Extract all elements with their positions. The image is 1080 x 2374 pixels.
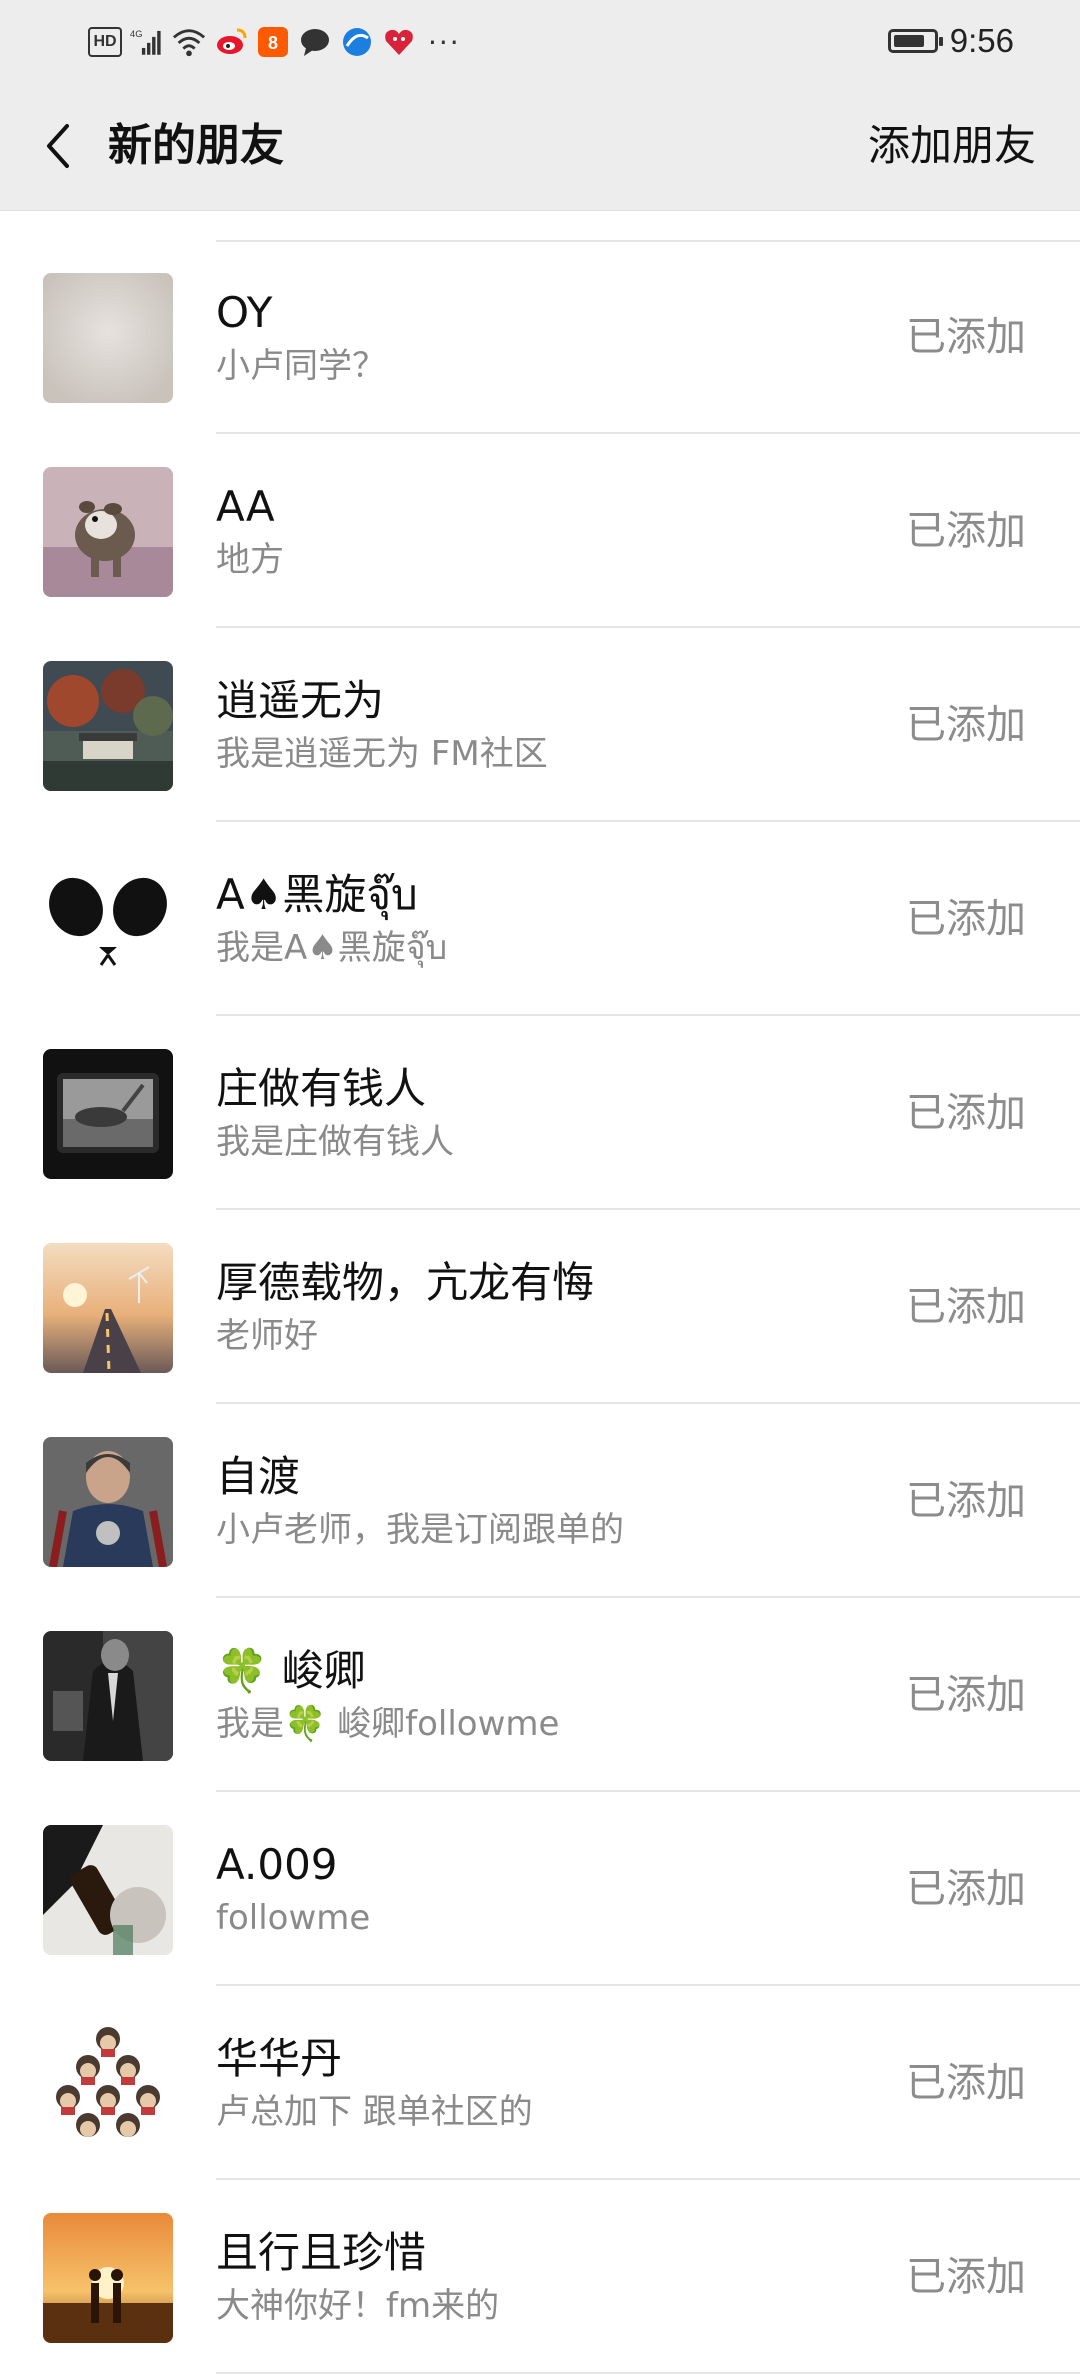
avatar[interactable] xyxy=(43,1243,173,1373)
browser-icon xyxy=(340,25,374,59)
request-message: 我是A♠黑旋จุ๊บ xyxy=(216,928,448,968)
friend-request-row[interactable]: 🍀 峻卿我是🍀 峻卿followme 已添加 xyxy=(0,1598,1080,1792)
request-message: 我是🍀 峻卿followme xyxy=(216,1704,560,1744)
avatar[interactable] xyxy=(43,1049,173,1179)
avatar[interactable] xyxy=(43,1437,173,1567)
friend-name: 庄做有钱人 xyxy=(216,1064,427,1113)
weibo-icon xyxy=(214,25,248,59)
chat-bubble-icon xyxy=(298,25,332,59)
battery-icon xyxy=(887,29,943,53)
added-status: 已添加 xyxy=(906,1284,1026,1330)
added-status: 已添加 xyxy=(906,1478,1026,1524)
wifi-icon xyxy=(172,25,206,59)
hd-icon: HD xyxy=(88,27,122,57)
friend-request-row[interactable]: AA 地方 已添加 xyxy=(0,434,1080,628)
friend-name: A♠黑旋จุ๊บ xyxy=(216,870,418,919)
request-message: 地方 xyxy=(216,540,284,580)
friend-name: 逍遥无为 xyxy=(216,676,385,725)
clock: 9:56 xyxy=(949,22,1014,59)
friend-name: 华华丹 xyxy=(216,2034,343,2083)
chevron-left-icon xyxy=(47,124,69,168)
friend-name: OY xyxy=(216,288,273,337)
friend-name: 🍀 峻卿 xyxy=(216,1646,366,1695)
added-status: 已添加 xyxy=(906,2060,1026,2106)
request-message: 大神你好！fm来的 xyxy=(216,2286,500,2326)
heart-app-icon xyxy=(382,25,416,59)
avatar[interactable] xyxy=(43,1631,173,1761)
friend-name: A.009 xyxy=(216,1840,338,1889)
page-title: 新的朋友 xyxy=(108,120,284,171)
avatar[interactable] xyxy=(43,2213,173,2343)
avatar[interactable] xyxy=(43,1825,173,1955)
friend-request-row[interactable]: 逍遥无为我是逍遥无为 FM社区 已添加 xyxy=(0,628,1080,822)
request-message: followme xyxy=(216,1898,371,1938)
added-status: 已添加 xyxy=(906,2254,1026,2300)
avatar[interactable] xyxy=(43,467,173,597)
more-notifications-indicator: ··· xyxy=(428,25,461,59)
svg-text:8: 8 xyxy=(268,33,278,53)
added-status: 已添加 xyxy=(906,1866,1026,1912)
request-message: 小卢老师，我是订阅跟单的 xyxy=(216,1510,624,1550)
friend-name: 且行且珍惜 xyxy=(216,2228,427,2277)
friend-name: 自渡 xyxy=(216,1452,301,1501)
friend-request-row[interactable]: 且行且珍惜大神你好！fm来的 已添加 xyxy=(0,2180,1080,2374)
request-message: 小卢同学？ xyxy=(216,346,386,386)
4g-signal-icon: 4G xyxy=(130,25,164,59)
friend-request-row[interactable]: 自渡小卢老师，我是订阅跟单的 已添加 xyxy=(0,1404,1080,1598)
status-icons: HD 4G 8 ··· xyxy=(88,20,461,64)
added-status: 已添加 xyxy=(906,314,1026,360)
status-bar: HD 4G 8 ··· 9:56 xyxy=(0,0,1080,82)
added-status: 已添加 xyxy=(906,702,1026,748)
friend-request-row[interactable]: OY 小卢同学？ 已添加 xyxy=(0,240,1080,434)
friend-name: 厚德载物，亢龙有悔 xyxy=(216,1258,595,1307)
friend-request-row[interactable]: 华华丹卢总加下 跟单社区的 已添加 xyxy=(0,1986,1080,2180)
friend-name: AA xyxy=(216,482,275,531)
add-friend-button[interactable]: 添加朋友 xyxy=(868,118,1036,174)
request-message: 卢总加下 跟单社区的 xyxy=(216,2092,533,2132)
friend-request-row[interactable]: A.009 followme 已添加 xyxy=(0,1792,1080,1986)
added-status: 已添加 xyxy=(906,1090,1026,1136)
added-status: 已添加 xyxy=(906,508,1026,554)
avatar[interactable] xyxy=(43,273,173,403)
added-status: 已添加 xyxy=(906,896,1026,942)
added-status: 已添加 xyxy=(906,1672,1026,1718)
avatar[interactable] xyxy=(43,2019,173,2149)
avatar[interactable] xyxy=(43,661,173,791)
avatar[interactable] xyxy=(43,855,173,985)
request-message: 我是庄做有钱人 xyxy=(216,1122,454,1162)
app-icon: 8 xyxy=(256,25,290,59)
new-friends-list: OY 小卢同学？ 已添加 AA 地方 已添加 逍遥无为 我是逍遥无为 FM社区 已添加 A♠黑旋จ… xyxy=(0,240,1080,2374)
friend-request-row[interactable]: 庄做有钱人我是庄做有钱人 已添加 xyxy=(0,1016,1080,1210)
navigation-bar: 新的朋友 添加朋友 xyxy=(0,82,1080,211)
friend-request-row[interactable]: 厚德载物，亢龙有悔老师好 已添加 xyxy=(0,1210,1080,1404)
request-message: 我是逍遥无为 FM社区 xyxy=(216,734,548,774)
request-message: 老师好 xyxy=(216,1316,318,1356)
svg-text:4G: 4G xyxy=(130,29,142,39)
friend-request-row[interactable]: A♠黑旋จุ๊บ 我是A♠黑旋จุ๊บ 已添加 xyxy=(0,822,1080,1016)
back-button[interactable] xyxy=(28,116,88,176)
